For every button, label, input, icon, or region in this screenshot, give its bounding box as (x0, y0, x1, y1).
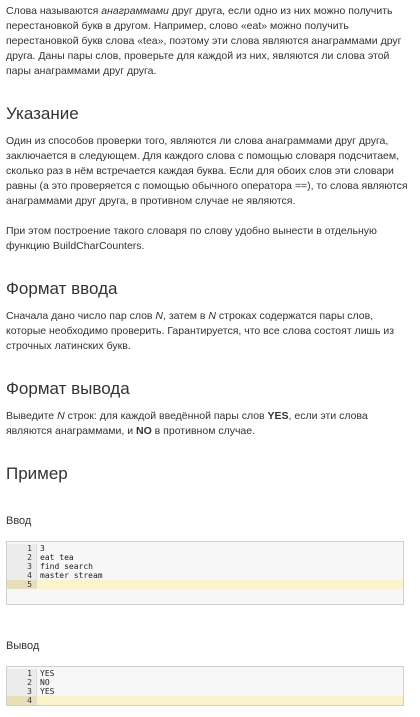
output-line-text (37, 696, 40, 705)
input-line: 4 master stream (7, 571, 403, 580)
output-format-yes: YES (267, 410, 289, 422)
input-format-heading: Формат ввода (6, 279, 118, 298)
input-line-text (37, 580, 40, 589)
input-line-text: 3 (40, 544, 45, 553)
example-heading: Пример (6, 464, 68, 483)
output-line-text: YES (40, 669, 55, 678)
example-input-code-block[interactable]: 1 3 2 eat tea 3 find search 4 master stream 5 (6, 541, 404, 605)
output-format-var-n: N (57, 410, 65, 422)
intro-emphasis-anagrams: анаграммами (101, 5, 169, 17)
output-line-text: NO (40, 678, 50, 687)
input-line-number: 3 (7, 562, 37, 571)
output-format-text-2: строк: для каждой введённой пары слов (64, 410, 268, 422)
output-format-no: NO (136, 425, 152, 437)
input-format-text-1: Сначала дано число пар слов (6, 310, 156, 322)
output-line-number: 1 (7, 669, 37, 678)
output-line-number: 2 (7, 678, 37, 687)
input-line: 13 (7, 544, 403, 553)
example-output-code-block[interactable]: 1 YES 2 NO 3 YES 4 (6, 666, 404, 706)
output-format-text-4: в противном случае. (151, 425, 256, 437)
example-input-label: Ввод (6, 515, 32, 527)
input-line-text: master stream (40, 571, 103, 580)
output-format-text-1: Выведите (6, 410, 58, 422)
output-format-paragraph: Выведите N строк: для каждой введённой п… (6, 409, 414, 439)
input-line-number: 4 (7, 571, 37, 580)
hint-paragraph-2: При этом построение такого словаря по сл… (6, 225, 377, 252)
output-line-number: 4 (7, 696, 37, 705)
input-line-number: 1 (7, 544, 37, 553)
intro-text-1: Слова называются (6, 5, 102, 17)
input-line-number: 2 (7, 553, 37, 562)
input-line: 5 (7, 580, 403, 589)
input-line-number: 5 (7, 580, 37, 589)
input-format-text-2: , затем в (163, 310, 209, 322)
hint-heading: Указание (6, 104, 79, 123)
output-line: 2 NO (7, 678, 403, 687)
output-line: 3 YES (7, 687, 403, 696)
input-format-paragraph: Сначала дано число пар слов N, затем в N… (6, 309, 414, 354)
input-format-var-n-2: N (208, 310, 217, 322)
output-line: 1 YES (7, 669, 403, 678)
input-line: 2 eat tea (7, 553, 403, 562)
hint-paragraph-1: Один из способов проверки того, являются… (6, 135, 408, 207)
input-line: 3 find search (7, 562, 403, 571)
problem-statement: Слова называются анаграммами друг друга,… (0, 0, 420, 706)
input-line-text: find search (40, 562, 93, 571)
output-line-text: YES (40, 687, 55, 696)
output-format-heading: Формат вывода (6, 379, 130, 398)
input-format-var-n: N (155, 310, 163, 322)
input-line-text: eat tea (40, 553, 74, 562)
intro-paragraph: Слова называются анаграммами друг друга,… (6, 4, 414, 79)
output-line-number: 3 (7, 687, 37, 696)
output-line: 4 (7, 696, 403, 705)
example-output-label: Вывод (6, 640, 40, 652)
